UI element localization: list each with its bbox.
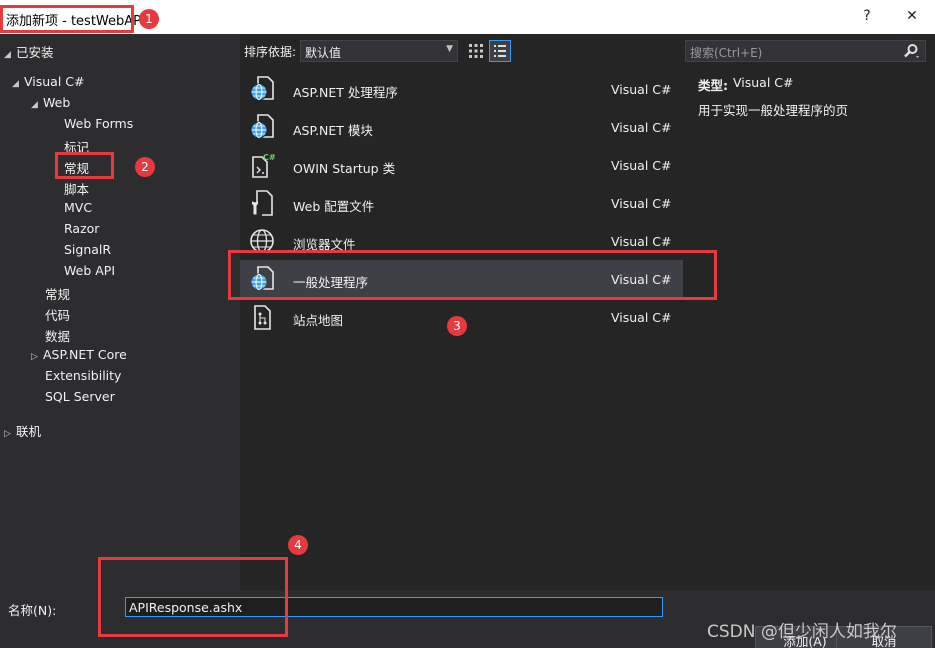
- template-name: Web 配置文件: [293, 199, 375, 214]
- template-language: Visual C#: [611, 158, 672, 173]
- grid-view-icon[interactable]: [466, 41, 486, 61]
- tree-node-visual-csharp[interactable]: ◢ Visual C#: [12, 74, 85, 89]
- sitemap-icon: [248, 303, 276, 331]
- annotation-badge-4: 4: [288, 535, 308, 555]
- expand-arrow-icon[interactable]: ▷: [4, 429, 16, 439]
- tree-node-mvc[interactable]: MVC: [64, 200, 92, 215]
- collapse-arrow-icon[interactable]: ◢: [12, 79, 24, 89]
- collapse-arrow-icon[interactable]: ◢: [4, 50, 16, 60]
- tree-node-general[interactable]: 常规: [45, 284, 70, 303]
- annotation-badge-2: 2: [135, 157, 155, 177]
- search-icon[interactable]: [902, 42, 920, 60]
- svg-text:C#: C#: [263, 153, 276, 162]
- annotation-box-template: [228, 250, 717, 300]
- tree-node-extensibility[interactable]: Extensibility: [45, 368, 121, 383]
- watermark: CSDN @但少闲人如我尔: [707, 622, 897, 642]
- annotation-box-category: [55, 152, 114, 179]
- list-view-icon[interactable]: [489, 40, 511, 62]
- sort-dropdown[interactable]: 默认值 ▼: [300, 40, 458, 62]
- template-item-aspnet-handler[interactable]: ASP.NET 处理程序 Visual C#: [240, 70, 683, 108]
- annotation-box-name: [98, 557, 288, 637]
- template-language: Visual C#: [611, 310, 672, 325]
- help-button[interactable]: ?: [854, 8, 880, 24]
- tree-node-installed[interactable]: ◢ 已安装: [4, 42, 54, 61]
- template-name: ASP.NET 模块: [293, 123, 373, 138]
- name-label: 名称(N):: [8, 603, 57, 618]
- category-tree: ◢ 已安装 ◢ Visual C# ◢ Web Web Forms 标记 常规 脚本 …: [0, 34, 240, 590]
- chevron-down-icon: ▼: [446, 44, 453, 54]
- tree-node-web-forms[interactable]: Web Forms: [64, 116, 133, 131]
- template-item-web-config[interactable]: Web 配置文件 Visual C#: [240, 184, 683, 222]
- template-language: Visual C#: [611, 120, 672, 135]
- template-name: ASP.NET 处理程序: [293, 85, 398, 100]
- tree-node-data[interactable]: 数据: [45, 326, 70, 345]
- tree-node-razor[interactable]: Razor: [64, 221, 99, 236]
- template-name: 站点地图: [293, 313, 344, 328]
- template-item-aspnet-module[interactable]: ASP.NET 模块 Visual C#: [240, 108, 683, 146]
- search-placeholder: 搜索(Ctrl+E): [690, 46, 763, 60]
- tree-node-signalr[interactable]: SignalR: [64, 242, 111, 257]
- template-name: OWIN Startup 类: [293, 161, 396, 176]
- search-input[interactable]: 搜索(Ctrl+E): [685, 40, 926, 62]
- tree-node-sql-server[interactable]: SQL Server: [45, 389, 115, 404]
- annotation-box-title: [0, 5, 134, 33]
- template-language: Visual C#: [611, 82, 672, 97]
- template-language: Visual C#: [611, 234, 672, 249]
- expand-arrow-icon[interactable]: ▷: [31, 352, 43, 362]
- tree-node-web[interactable]: ◢ Web: [31, 95, 70, 110]
- tree-node-web-api[interactable]: Web API: [64, 263, 115, 278]
- template-item-owin-startup[interactable]: C# OWIN Startup 类 Visual C#: [240, 146, 683, 184]
- csharp-class-icon: C#: [248, 151, 276, 179]
- close-button[interactable]: ✕: [899, 8, 925, 24]
- globe-page-icon: [248, 113, 276, 141]
- tree-node-online[interactable]: ▷ 联机: [4, 421, 41, 440]
- template-language: Visual C#: [611, 196, 672, 211]
- template-description: 用于实现一般处理程序的页: [698, 103, 849, 118]
- annotation-badge-3: 3: [447, 316, 467, 336]
- collapse-arrow-icon[interactable]: ◢: [31, 100, 43, 110]
- sort-value: 默认值: [305, 46, 342, 60]
- annotation-badge-1: 1: [139, 9, 159, 29]
- tree-node-aspnet-core[interactable]: ▷ ASP.NET Core: [31, 347, 127, 362]
- tree-node-code[interactable]: 代码: [45, 305, 70, 324]
- sort-label: 排序依据:: [244, 45, 297, 59]
- globe-page-icon: [248, 75, 276, 103]
- wrench-config-icon: [248, 189, 276, 217]
- type-label: 类型:: [698, 78, 728, 93]
- tree-node-script[interactable]: 脚本: [64, 179, 89, 198]
- details-panel: [685, 68, 935, 590]
- type-value: Visual C#: [733, 75, 794, 90]
